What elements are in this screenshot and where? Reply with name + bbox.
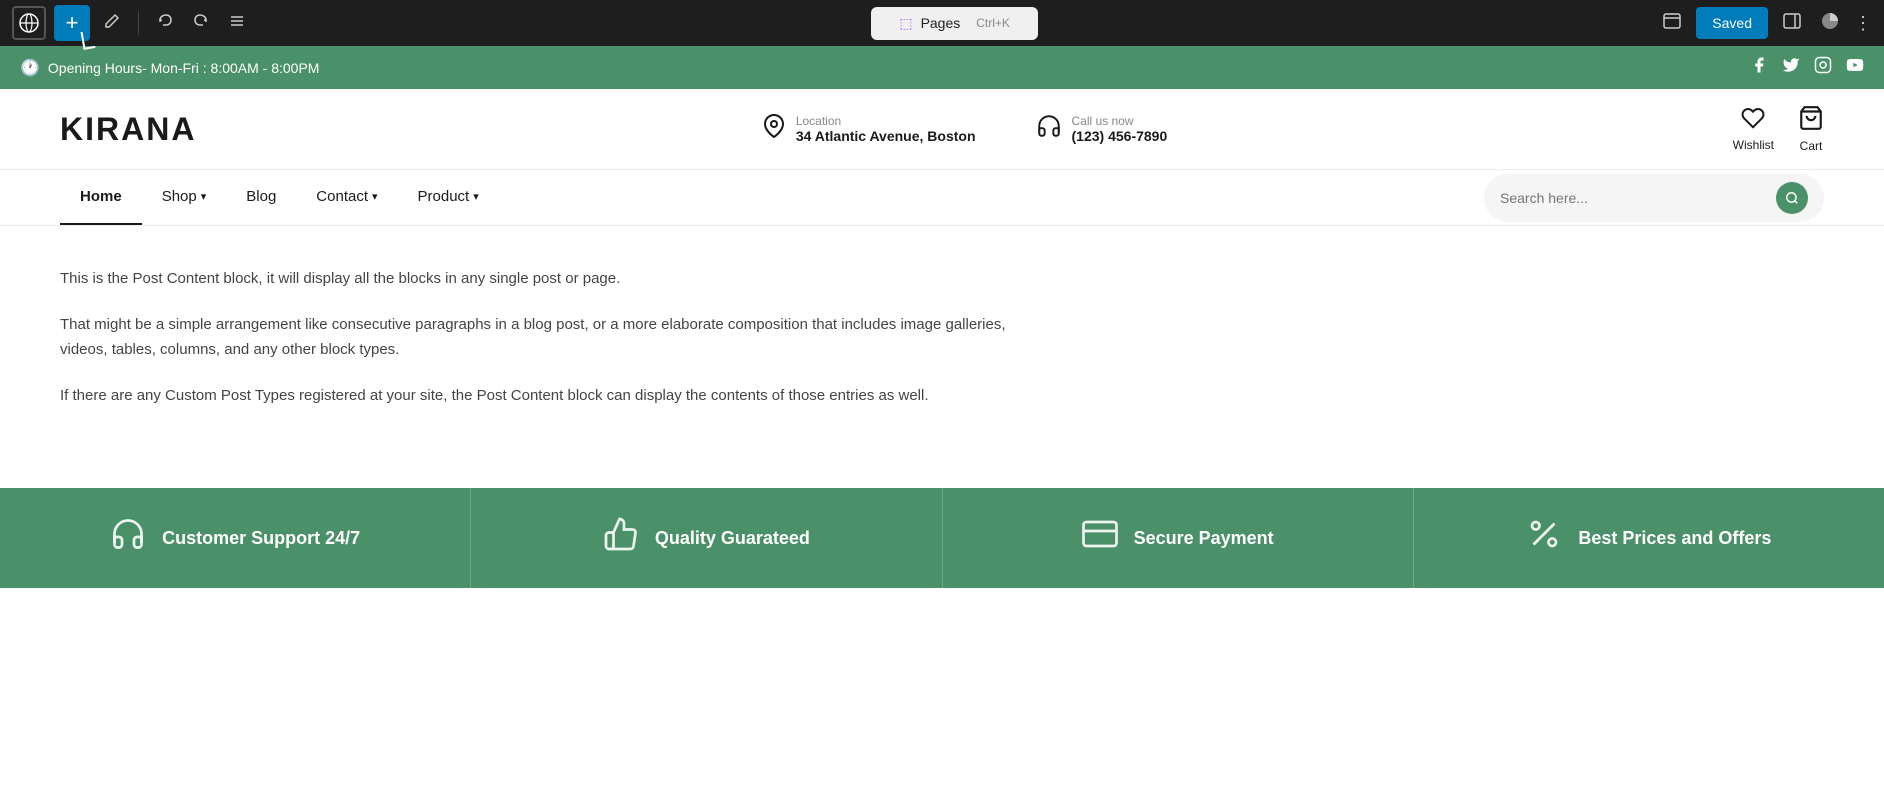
search-button[interactable]	[1776, 182, 1808, 214]
admin-bar: + ⬚ Pages Ctrl+K	[0, 0, 1884, 46]
view-button[interactable]	[1658, 7, 1686, 40]
pages-icon: ⬚	[899, 15, 912, 32]
footer-item-payment: Secure Payment	[943, 488, 1414, 588]
add-block-button[interactable]: +	[54, 5, 90, 41]
main-content: This is the Post Content block, it will …	[0, 226, 1100, 488]
nav-label-product: Product	[418, 188, 470, 205]
wp-logo-icon	[12, 6, 46, 40]
site-header: KIRANA Location 34 Atlantic Avenue, Bost…	[0, 89, 1884, 170]
site-logo[interactable]: KIRANA	[60, 111, 196, 148]
wishlist-label: Wishlist	[1733, 138, 1774, 152]
nav-label-shop: Shop	[162, 188, 197, 205]
pages-button[interactable]: ⬚ Pages Ctrl+K	[871, 7, 1038, 40]
location-value: 34 Atlantic Avenue, Boston	[796, 128, 976, 144]
saved-button[interactable]: Saved	[1696, 7, 1768, 39]
footer-item-support: Customer Support 24/7	[0, 488, 471, 588]
location-icon	[762, 114, 786, 144]
announcement-bar: 🕐 Opening Hours- Mon-Fri : 8:00AM - 8:00…	[0, 46, 1884, 89]
phone-info: Call us now (123) 456-7890	[1036, 113, 1168, 145]
nav-item-product[interactable]: Product ▾	[398, 170, 499, 225]
cart-label: Cart	[1800, 139, 1823, 153]
footer-item-quality: Quality Guarateed	[471, 488, 942, 588]
search-bar	[1484, 174, 1824, 222]
post-content: This is the Post Content block, it will …	[60, 266, 1040, 408]
phone-value: (123) 456-7890	[1072, 128, 1168, 144]
offers-icon	[1526, 516, 1562, 560]
post-paragraph-1: This is the Post Content block, it will …	[60, 266, 1040, 292]
toolbar-divider	[138, 11, 139, 35]
footer-banner: Customer Support 24/7 Quality Guarateed …	[0, 488, 1884, 588]
phone-icon	[1036, 113, 1062, 145]
cart-button[interactable]: Cart	[1798, 105, 1824, 153]
nav-label-blog: Blog	[246, 188, 276, 205]
site-nav: Home Shop ▾ Blog Contact ▾ Product ▾	[0, 170, 1884, 226]
twitter-icon[interactable]	[1782, 56, 1800, 79]
admin-bar-center: ⬚ Pages Ctrl+K	[259, 7, 1650, 40]
cursor-indicator	[81, 30, 96, 50]
location-label: Location	[796, 114, 976, 128]
pages-label: Pages	[921, 15, 961, 31]
nav-label-contact: Contact	[316, 188, 368, 205]
location-text: Location 34 Atlantic Avenue, Boston	[796, 114, 976, 144]
undo-button[interactable]	[151, 9, 179, 38]
admin-bar-right: Saved ⋮	[1658, 7, 1872, 40]
footer-label-offers: Best Prices and Offers	[1578, 528, 1771, 549]
post-paragraph-3: If there are any Custom Post Types regis…	[60, 383, 1040, 409]
chevron-down-icon: ▾	[201, 190, 207, 203]
announcement-text: Opening Hours- Mon-Fri : 8:00AM - 8:00PM	[48, 60, 320, 76]
support-icon	[110, 516, 146, 560]
phone-label: Call us now	[1072, 114, 1168, 128]
header-contact-info: Location 34 Atlantic Avenue, Boston Call…	[196, 113, 1732, 145]
footer-label-payment: Secure Payment	[1134, 528, 1274, 549]
social-links	[1750, 56, 1864, 79]
footer-label-support: Customer Support 24/7	[162, 528, 360, 549]
facebook-icon[interactable]	[1750, 56, 1768, 79]
phone-text: Call us now (123) 456-7890	[1072, 114, 1168, 144]
nav-item-contact[interactable]: Contact ▾	[296, 170, 397, 225]
redo-button[interactable]	[187, 9, 215, 38]
footer-label-quality: Quality Guarateed	[655, 528, 810, 549]
keyboard-shortcut: Ctrl+K	[976, 16, 1010, 30]
wishlist-icon	[1741, 106, 1765, 136]
sidebar-toggle-button[interactable]	[1778, 7, 1806, 40]
clock-icon: 🕐	[20, 58, 40, 78]
edit-tool-button[interactable]	[98, 9, 126, 38]
tools-button[interactable]	[223, 9, 251, 38]
youtube-icon[interactable]	[1846, 56, 1864, 79]
nav-item-shop[interactable]: Shop ▾	[142, 170, 227, 225]
appearance-button[interactable]	[1816, 7, 1844, 40]
instagram-icon[interactable]	[1814, 56, 1832, 79]
nav-item-home[interactable]: Home	[60, 170, 142, 225]
wishlist-button[interactable]: Wishlist	[1733, 106, 1774, 152]
cart-icon	[1798, 105, 1824, 137]
header-actions: Wishlist Cart	[1733, 105, 1824, 153]
chevron-down-icon-product: ▾	[473, 190, 479, 203]
quality-icon	[603, 516, 639, 560]
search-input[interactable]	[1500, 190, 1768, 206]
post-paragraph-2: That might be a simple arrangement like …	[60, 312, 1040, 363]
nav-label-home: Home	[80, 188, 122, 205]
announcement-text-area: 🕐 Opening Hours- Mon-Fri : 8:00AM - 8:00…	[20, 58, 319, 78]
more-options-button[interactable]: ⋮	[1854, 13, 1872, 34]
payment-icon	[1082, 516, 1118, 560]
nav-item-blog[interactable]: Blog	[226, 170, 296, 225]
chevron-down-icon-contact: ▾	[372, 190, 378, 203]
location-info: Location 34 Atlantic Avenue, Boston	[762, 113, 976, 145]
footer-item-offers: Best Prices and Offers	[1414, 488, 1884, 588]
